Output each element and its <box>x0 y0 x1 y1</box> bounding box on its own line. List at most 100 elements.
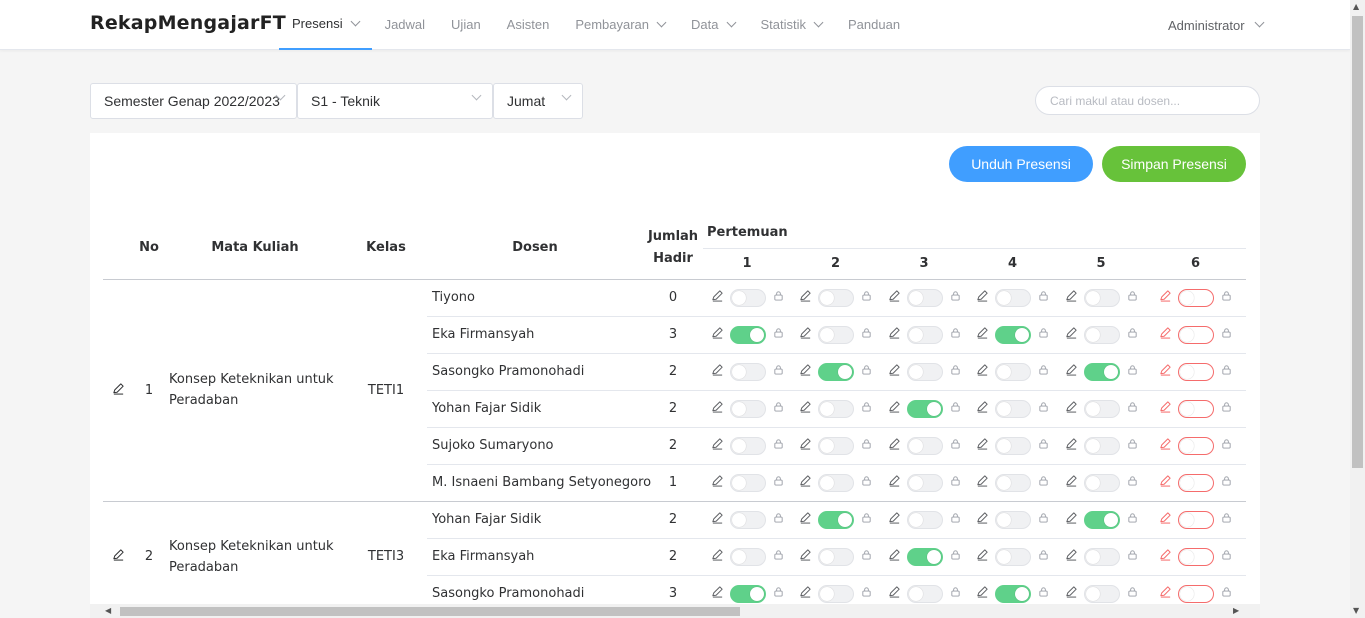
lock-icon[interactable] <box>773 438 784 453</box>
edit-attendance-icon[interactable] <box>1065 400 1078 417</box>
attendance-toggle[interactable] <box>906 473 943 492</box>
scroll-down-icon[interactable]: ▼ <box>1353 606 1359 615</box>
attendance-toggle[interactable] <box>818 325 854 344</box>
lock-icon[interactable] <box>1221 549 1232 564</box>
horizontal-scroll-thumb[interactable] <box>120 607 740 616</box>
brand-logo[interactable]: RekapMengajarFT <box>90 12 286 34</box>
edit-attendance-icon[interactable] <box>888 400 901 417</box>
attendance-toggle[interactable] <box>729 362 766 381</box>
attendance-toggle[interactable] <box>906 510 943 529</box>
download-attendance-button[interactable]: Unduh Presensi <box>949 146 1093 182</box>
edit-attendance-icon[interactable] <box>799 585 812 602</box>
attendance-toggle[interactable] <box>818 473 854 492</box>
edit-attendance-icon[interactable] <box>711 289 724 306</box>
edit-attendance-icon[interactable] <box>711 474 724 491</box>
attendance-toggle[interactable] <box>1083 325 1120 344</box>
lock-icon[interactable] <box>1038 364 1049 379</box>
edit-attendance-icon[interactable] <box>976 474 989 491</box>
edit-attendance-icon[interactable] <box>1159 548 1172 565</box>
edit-attendance-icon[interactable] <box>976 289 989 306</box>
lock-icon[interactable] <box>950 512 961 527</box>
attendance-toggle[interactable] <box>1083 473 1120 492</box>
attendance-toggle[interactable] <box>1178 399 1215 418</box>
search-input[interactable] <box>1035 86 1260 115</box>
attendance-toggle[interactable] <box>818 436 854 455</box>
edit-attendance-icon[interactable] <box>976 326 989 343</box>
attendance-toggle[interactable] <box>729 510 766 529</box>
edit-attendance-icon[interactable] <box>976 400 989 417</box>
edit-attendance-icon[interactable] <box>711 400 724 417</box>
day-select[interactable]: Jumat <box>493 83 583 119</box>
edit-attendance-icon[interactable] <box>888 548 901 565</box>
lock-icon[interactable] <box>1038 290 1049 305</box>
edit-attendance-icon[interactable] <box>976 437 989 454</box>
edit-attendance-icon[interactable] <box>888 326 901 343</box>
edit-attendance-icon[interactable] <box>711 326 724 343</box>
lock-icon[interactable] <box>1221 327 1232 342</box>
edit-attendance-icon[interactable] <box>799 363 812 380</box>
edit-attendance-icon[interactable] <box>711 585 724 602</box>
nav-item-ujian[interactable]: Ujian <box>438 0 494 50</box>
attendance-toggle[interactable] <box>818 510 854 529</box>
edit-attendance-icon[interactable] <box>1159 326 1172 343</box>
lock-icon[interactable] <box>1221 364 1232 379</box>
lock-icon[interactable] <box>773 364 784 379</box>
edit-course-icon[interactable] <box>112 549 125 565</box>
scroll-up-icon[interactable]: ▲ <box>1353 2 1359 11</box>
nav-item-data[interactable]: Data <box>678 0 747 50</box>
attendance-toggle[interactable] <box>1178 510 1215 529</box>
attendance-toggle[interactable] <box>1083 547 1120 566</box>
lock-icon[interactable] <box>861 512 872 527</box>
edit-attendance-icon[interactable] <box>976 548 989 565</box>
edit-attendance-icon[interactable] <box>711 548 724 565</box>
lock-icon[interactable] <box>950 364 961 379</box>
lock-icon[interactable] <box>1127 586 1138 601</box>
attendance-toggle[interactable] <box>729 584 766 603</box>
user-menu[interactable]: Administrator <box>1168 0 1265 50</box>
attendance-toggle[interactable] <box>906 584 943 603</box>
edit-attendance-icon[interactable] <box>1159 363 1172 380</box>
lock-icon[interactable] <box>1038 327 1049 342</box>
save-attendance-button[interactable]: Simpan Presensi <box>1102 146 1246 182</box>
attendance-toggle[interactable] <box>818 362 854 381</box>
attendance-toggle[interactable] <box>729 547 766 566</box>
lock-icon[interactable] <box>1038 512 1049 527</box>
edit-attendance-icon[interactable] <box>711 437 724 454</box>
scroll-left-icon[interactable]: ◀ <box>105 606 111 615</box>
attendance-toggle[interactable] <box>729 436 766 455</box>
nav-item-presensi[interactable]: Presensi <box>279 0 372 50</box>
lock-icon[interactable] <box>773 327 784 342</box>
attendance-toggle[interactable] <box>818 288 854 307</box>
edit-attendance-icon[interactable] <box>1159 474 1172 491</box>
edit-attendance-icon[interactable] <box>976 585 989 602</box>
lock-icon[interactable] <box>1127 549 1138 564</box>
lock-icon[interactable] <box>950 401 961 416</box>
edit-attendance-icon[interactable] <box>888 363 901 380</box>
attendance-toggle[interactable] <box>1083 584 1120 603</box>
edit-attendance-icon[interactable] <box>1065 363 1078 380</box>
attendance-toggle[interactable] <box>729 473 766 492</box>
lock-icon[interactable] <box>1221 586 1232 601</box>
attendance-toggle[interactable] <box>995 584 1031 603</box>
edit-attendance-icon[interactable] <box>1065 474 1078 491</box>
edit-attendance-icon[interactable] <box>1159 511 1172 528</box>
edit-attendance-icon[interactable] <box>799 400 812 417</box>
attendance-toggle[interactable] <box>995 473 1031 492</box>
edit-attendance-icon[interactable] <box>1159 400 1172 417</box>
attendance-toggle[interactable] <box>1083 510 1120 529</box>
edit-attendance-icon[interactable] <box>799 289 812 306</box>
edit-attendance-icon[interactable] <box>1065 326 1078 343</box>
attendance-toggle[interactable] <box>729 288 766 307</box>
attendance-toggle[interactable] <box>995 399 1031 418</box>
lock-icon[interactable] <box>773 475 784 490</box>
attendance-toggle[interactable] <box>1178 473 1215 492</box>
attendance-toggle[interactable] <box>1083 399 1120 418</box>
edit-attendance-icon[interactable] <box>1065 511 1078 528</box>
nav-item-panduan[interactable]: Panduan <box>835 0 913 50</box>
lock-icon[interactable] <box>861 327 872 342</box>
edit-attendance-icon[interactable] <box>1159 289 1172 306</box>
edit-attendance-icon[interactable] <box>1065 289 1078 306</box>
edit-attendance-icon[interactable] <box>1159 437 1172 454</box>
edit-attendance-icon[interactable] <box>799 474 812 491</box>
edit-attendance-icon[interactable] <box>888 511 901 528</box>
